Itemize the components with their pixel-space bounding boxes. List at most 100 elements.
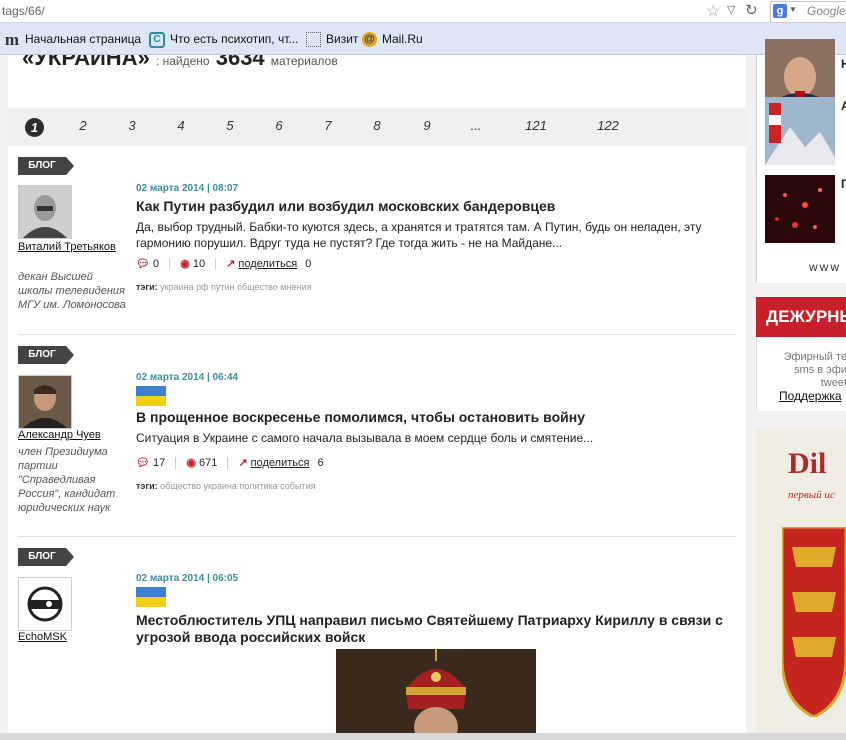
blog-tag[interactable]: БЛОГ <box>18 157 74 175</box>
bookmark-mailru[interactable]: @ Mail.Ru <box>362 30 423 48</box>
page-link[interactable]: 5 <box>220 118 240 133</box>
page-link[interactable]: 6 <box>269 118 289 133</box>
bookmarks-bar: m Начальная страница C Что есть психотип, … <box>0 23 846 55</box>
main-content: «УКРАИНА» : найдено 3634 материалов 1 2 … <box>8 55 746 740</box>
comment-count: 17 <box>152 457 166 469</box>
article-title[interactable]: В прощенное воскресенье помолимся, чтобы… <box>136 409 736 426</box>
article-date: 02 марта 2014 | 06:44 <box>136 372 239 383</box>
blog-tag[interactable]: БЛОГ <box>18 548 74 566</box>
found-label: : найдено <box>155 55 210 68</box>
search-placeholder[interactable]: Google <box>807 4 846 18</box>
article-lead: Да, выбор трудный. Бабки-то куются здесь… <box>136 220 702 250</box>
support-link[interactable]: Поддержка <box>779 389 842 403</box>
article-stats: 💬︎ 0 ◉ 10 ↗ поделиться 0 <box>136 257 311 271</box>
article-title[interactable]: Местоблюститель УПЦ направил письмо Свят… <box>136 612 736 646</box>
tag-links[interactable]: общество украина политика события <box>160 481 315 491</box>
ukraine-flag-icon <box>136 386 166 406</box>
author-role: декан Высшей школы телевидения МГУ им. Л… <box>18 271 126 311</box>
bookmark-label: Что есть психотип, чт... <box>170 32 299 46</box>
bookmark-star-icon[interactable]: ☆ <box>706 1 720 21</box>
duty-line: sms в эфи <box>794 364 846 376</box>
duty-title[interactable]: ДЕЖУРНЫ <box>766 307 846 327</box>
comment-count: 0 <box>152 258 160 270</box>
chevron-down-icon[interactable]: ▼ <box>789 5 797 14</box>
author-link[interactable]: EchoMSK <box>18 631 128 644</box>
bookmark-label: Визит <box>326 32 359 46</box>
page-link[interactable]: 122 <box>588 118 628 133</box>
article-title[interactable]: Как Путин разбудил или возбудил московск… <box>136 198 736 215</box>
divider <box>18 334 736 335</box>
ad-logo[interactable]: Dil <box>788 447 826 481</box>
page-link[interactable]: 3 <box>122 118 142 133</box>
share-link[interactable]: поделиться <box>251 457 310 469</box>
view-count: 671 <box>198 457 218 469</box>
ad-subtitle: первый ис <box>788 489 835 501</box>
page-ellipsis: ... <box>470 118 482 133</box>
article-date: 02 марта 2014 | 08:07 <box>136 183 239 194</box>
page-link[interactable]: 9 <box>417 118 437 133</box>
bookmark-psychotype[interactable]: C Что есть психотип, чт... <box>149 30 298 48</box>
www-label[interactable]: www <box>809 260 841 274</box>
article-tags: тэги: общество украина политика события <box>136 481 315 491</box>
materials-label: материалов <box>270 55 338 68</box>
article-lead: Ситуация в Украине с самого начала вызыв… <box>136 431 594 445</box>
author-role: член Президиума партии "Справедливая Рос… <box>18 446 116 514</box>
share-icon[interactable]: ↗ <box>238 457 247 469</box>
result-count: 3634 <box>215 55 265 70</box>
news-headline[interactable]: Н <box>841 57 846 71</box>
page-title: «УКРАИНА» : найдено 3634 материалов <box>22 55 338 71</box>
page-link-current[interactable]: 1 <box>25 118 44 137</box>
horizontal-scrollbar[interactable] <box>0 733 846 740</box>
author-link[interactable]: Александр Чуев <box>18 429 128 442</box>
news-headline[interactable]: Г <box>841 177 846 191</box>
article-date: 02 марта 2014 | 06:05 <box>136 573 239 584</box>
news-thumbnail[interactable] <box>765 175 835 243</box>
page-link[interactable]: 2 <box>73 118 93 133</box>
blog-tag[interactable]: БЛОГ <box>18 346 74 364</box>
divider <box>18 536 736 537</box>
article-photo[interactable] <box>336 649 536 740</box>
bookmark-visit[interactable]: Визит <box>306 30 358 48</box>
share-count: 6 <box>317 457 324 469</box>
article-tags: тэги: украина рф путин общество мнения <box>136 282 311 292</box>
tags-label: тэги: <box>136 282 158 292</box>
google-icon[interactable]: g <box>773 4 787 18</box>
share-link[interactable]: поделиться <box>238 258 297 270</box>
duty-banner[interactable]: ДЕЖУРНЫ <box>756 297 846 337</box>
page-link[interactable]: 121 <box>516 118 556 133</box>
comment-icon[interactable]: 💬︎ <box>136 258 150 270</box>
tag-links[interactable]: украина рф путин общество мнения <box>160 282 311 292</box>
avatar[interactable] <box>18 577 72 631</box>
bookmark-label: Mail.Ru <box>382 32 423 46</box>
page-link[interactable]: 4 <box>171 118 191 133</box>
article-stats: 💬︎ 17 ◉ 671 ↗ поделиться 6 <box>136 456 324 470</box>
eye-icon: ◉ <box>180 258 190 270</box>
advertisement[interactable]: Dil первый ис <box>756 427 846 740</box>
ukraine-flag-icon <box>136 587 166 607</box>
author-link[interactable]: Виталий Третьяков <box>18 241 128 254</box>
view-count: 10 <box>192 258 206 270</box>
news-headline[interactable]: А <box>841 99 846 113</box>
news-thumbnail[interactable] <box>765 97 835 165</box>
duty-line: tweet <box>820 377 846 389</box>
mailru-icon: @ <box>362 32 377 48</box>
url-text[interactable]: tags/66/ <box>2 4 45 18</box>
avatar[interactable] <box>18 375 72 429</box>
coat-of-arms-icon <box>782 527 846 717</box>
bookmark-start-page[interactable]: m Начальная страница <box>4 30 141 48</box>
page-link[interactable]: 7 <box>318 118 338 133</box>
search-box[interactable]: g ▼ Google <box>770 1 846 23</box>
reload-icon[interactable]: ↻ <box>745 1 758 19</box>
share-icon[interactable]: ↗ <box>226 258 235 270</box>
eye-icon: ◉ <box>186 457 196 469</box>
duty-line: Эфирный те <box>783 351 846 363</box>
address-bar[interactable]: tags/66/ ☆ ▽ ↻ g ▼ Google <box>0 0 846 23</box>
avatar[interactable] <box>18 185 72 239</box>
tag-title: «УКРАИНА» <box>22 55 150 70</box>
tags-label: тэги: <box>136 481 158 491</box>
comment-icon[interactable]: 💬︎ <box>136 457 150 469</box>
m-logo-icon: m <box>4 29 20 49</box>
bookmark-label: Начальная страница <box>25 32 142 46</box>
page-link[interactable]: 8 <box>367 118 387 133</box>
dropdown-arrow-icon[interactable]: ▽ <box>727 3 735 16</box>
